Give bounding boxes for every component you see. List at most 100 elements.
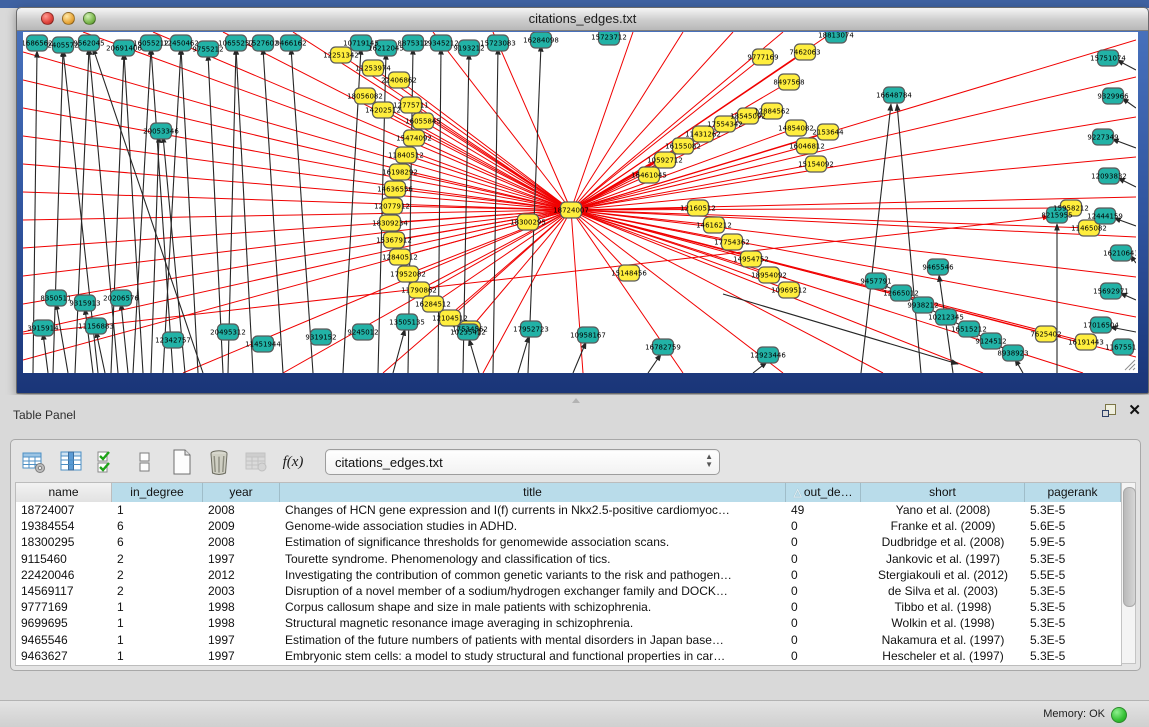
graph-node-label: 16210643	[1103, 250, 1136, 258]
table-selector-dropdown[interactable]: citations_edges.txt ▲▼	[325, 449, 720, 475]
graph-edge-black[interactable]	[263, 48, 283, 373]
graph-edge-red[interactable]	[23, 217, 1049, 334]
function-builder-button[interactable]: f(x)	[280, 449, 306, 475]
delete-table-button[interactable]	[206, 449, 232, 475]
network-view-window[interactable]: citations_edges.txt 18724007122513421125…	[16, 7, 1149, 394]
column-header-short[interactable]: short	[861, 483, 1025, 502]
float-panel-icon[interactable]	[1102, 404, 1116, 418]
table-row[interactable]: 2242004622012Investigating the contribut…	[16, 567, 1121, 583]
split-handle[interactable]	[572, 398, 580, 403]
table-settings-button[interactable]	[21, 449, 47, 475]
trash-icon	[208, 449, 230, 475]
graph-edge-red[interactable]	[23, 164, 571, 210]
table-cell: 14569117	[16, 583, 112, 599]
graph-edge-black[interactable]	[56, 303, 68, 373]
graph-node-label: 17754362	[714, 239, 750, 247]
column-chooser-button[interactable]	[58, 449, 84, 475]
table-row[interactable]: 1938455462009Genome-wide association stu…	[16, 518, 1121, 534]
node-table: namein_degreeyeartitle△out_de…shortpager…	[15, 482, 1122, 666]
graph-node-label: 9777169	[747, 54, 778, 62]
graph-edge-black[interactable]	[518, 336, 529, 373]
graph-node-label: 8497568	[773, 79, 804, 87]
table-cell: de Silva et al. (2003)	[861, 583, 1025, 599]
deselect-all-button[interactable]	[132, 449, 158, 475]
column-header-out_de[interactable]: △out_de…	[786, 483, 861, 502]
graph-edge-black[interactable]	[181, 48, 198, 373]
column-header-in_degree[interactable]: in_degree	[112, 483, 203, 502]
table-cell: Tibbo et al. (1998)	[861, 599, 1025, 615]
graph-edge-red[interactable]	[571, 32, 633, 210]
graph-edge-red[interactable]	[23, 210, 571, 220]
graph-edge-red[interactable]	[571, 210, 1136, 317]
table-row[interactable]: 1830029562008Estimation of significance …	[16, 534, 1121, 550]
graph-edge-red[interactable]	[571, 77, 1136, 210]
graph-node-label: 9466162	[275, 40, 306, 48]
graph-node-label: 13505135	[389, 319, 425, 327]
table-cell: Disruption of a novel member of a sodium…	[280, 583, 786, 599]
table-row[interactable]: 946554611997Estimation of the future num…	[16, 632, 1121, 648]
window-titlebar[interactable]: citations_edges.txt	[17, 8, 1148, 31]
scrollbar-thumb[interactable]	[1123, 487, 1136, 607]
table-cell: 1	[112, 599, 203, 615]
new-table-button[interactable]	[169, 449, 195, 475]
table-cell: Genome-wide association studies in ADHD.	[280, 518, 786, 534]
graph-node-label: 11451944	[245, 341, 281, 349]
select-all-button[interactable]	[95, 449, 121, 475]
column-header-year[interactable]: year	[203, 483, 280, 502]
table-row[interactable]: 969969511998Structural magnetic resonanc…	[16, 615, 1121, 631]
memory-status-indicator[interactable]	[1111, 707, 1127, 723]
column-header-name[interactable]: name	[16, 483, 112, 502]
column-header-title[interactable]: title	[280, 483, 786, 502]
graph-edge-black[interactable]	[897, 104, 921, 373]
graph-edge-black[interactable]	[121, 303, 128, 373]
graph-edge-black[interactable]	[861, 104, 891, 373]
table-cell: Estimation of the future numbers of pati…	[280, 632, 786, 648]
graph-edge-black[interactable]	[291, 48, 313, 373]
graph-node-label: 20206576	[103, 295, 139, 303]
close-panel-icon[interactable]: ✕	[1128, 404, 1141, 418]
table-row[interactable]: 911546021997Tourette syndrome. Phenomeno…	[16, 551, 1121, 567]
graph-edge-black[interactable]	[573, 342, 586, 373]
graph-node-label: 12444159	[1087, 213, 1123, 221]
table-row[interactable]: 946362711997Embryonic stem cells: a mode…	[16, 648, 1121, 664]
graph-edge-red[interactable]	[23, 136, 571, 210]
graph-edge-black[interactable]	[753, 362, 767, 373]
table-cell: Jankovic et al. (1997)	[861, 551, 1025, 567]
graph-edge-red[interactable]	[571, 32, 683, 210]
graph-edge-red[interactable]	[406, 155, 571, 210]
graph-edge-black[interactable]	[236, 48, 253, 373]
table-vertical-scrollbar[interactable]	[1121, 482, 1136, 664]
graph-edge-black[interactable]	[163, 48, 181, 373]
graph-edge-black[interactable]	[124, 53, 143, 373]
graph-edge-black[interactable]	[493, 48, 498, 373]
graph-edge-black[interactable]	[469, 339, 479, 373]
graph-node-label: 15148456	[611, 270, 647, 278]
graph-edge-red[interactable]	[571, 146, 807, 210]
table-row[interactable]: 1456911722003Disruption of a novel membe…	[16, 583, 1121, 599]
graph-node-label: 9315913	[69, 300, 100, 308]
graph-node-label: 16284098	[523, 37, 559, 45]
network-canvas[interactable]: 1872400712251342112539742240686218056082…	[23, 32, 1138, 373]
graph-node-label: 17952082	[390, 271, 426, 279]
column-header-pagerank[interactable]: pagerank	[1025, 483, 1121, 502]
table-cell: Tourette syndrome. Phenomenology and cla…	[280, 551, 786, 567]
graph-edge-black[interactable]	[393, 329, 405, 373]
graph-edge-red[interactable]	[571, 210, 583, 373]
table-cell: Dudbridge et al. (2008)	[861, 534, 1025, 550]
disabled-table-icon	[244, 450, 268, 474]
table-row[interactable]: 1872400712008Changes of HCN gene express…	[16, 502, 1121, 518]
graph-node-label: 12093832	[1091, 173, 1127, 181]
table-cell: Wolkin et al. (1998)	[861, 615, 1025, 631]
table-cell: 2	[112, 551, 203, 567]
table-cell: 0	[786, 632, 861, 648]
graph-edge-red[interactable]	[183, 210, 571, 373]
table-row[interactable]: 977716911998Corpus callosum shape and si…	[16, 599, 1121, 615]
graph-node-label: 9457791	[860, 278, 891, 286]
graph-edge-red[interactable]	[153, 32, 571, 210]
network-graph[interactable]: 1872400712251342112539742240686218056082…	[23, 32, 1136, 373]
new-document-icon	[171, 449, 193, 475]
graph-edge-black[interactable]	[648, 354, 661, 373]
graph-edge-red[interactable]	[23, 80, 571, 210]
window-resize-grip[interactable]	[1123, 358, 1136, 371]
table-header-row: namein_degreeyeartitle△out_de…shortpager…	[16, 483, 1121, 503]
